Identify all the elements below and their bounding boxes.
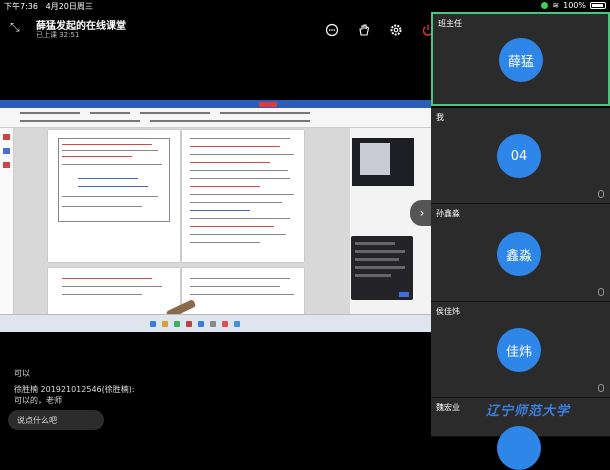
screen-taskbar [0,314,431,332]
document-toolbar [0,108,431,128]
top-toolbar [322,20,438,40]
participant-tile[interactable]: 班主任 薛猛 [431,12,610,106]
hand-icon[interactable] [354,20,374,40]
status-bar: 下午7:36 4月20日周三 ≋ 100% [0,0,610,12]
status-time: 下午7:36 [4,2,38,11]
avatar: 鑫淼 [497,232,541,276]
avatar [497,426,541,470]
avatar: 04 [497,134,541,178]
participant-label: 魏宏业 [436,403,460,412]
participant-label: 班主任 [438,19,462,28]
screen-titlebar [0,100,431,108]
mic-icon [598,190,604,198]
document-page [48,268,180,314]
participant-label: 我 [436,113,444,122]
participant-tile[interactable]: 我 04 [431,108,610,204]
screen-chat-overlay [351,236,413,300]
elapsed-time: 已上课 32:51 [36,31,80,39]
chat-author: 徐胜楠 201921012546(徐胜楠): [14,385,135,394]
document-canvas [14,128,350,314]
mic-icon [598,384,604,392]
status-date: 4月20日周三 [45,2,93,11]
university-watermark: 辽宁师范大学 [486,404,571,419]
participant-label: 侯佳炜 [436,307,460,316]
settings-icon[interactable] [386,20,406,40]
presenter-video [352,138,414,186]
participant-label: 孙鑫淼 [436,209,460,218]
chat-message: 可以 [14,369,30,378]
chat-text: 可以的，老师 [14,396,62,405]
chat-message: 徐胜楠 201921012546(徐胜楠): 可以的，老师 [14,384,135,406]
shared-screen[interactable] [0,100,431,332]
mic-icon [598,288,604,296]
recording-badge [259,102,277,107]
wifi-icon: ≋ [552,1,560,10]
avatar: 薛猛 [499,38,543,82]
document-page [182,130,304,262]
document-page [182,268,304,314]
chat-input[interactable]: 说点什么吧 [8,410,104,430]
camera-indicator-icon [541,2,549,9]
battery-level: 100% [563,1,586,10]
avatar: 佳炜 [497,328,541,372]
participant-tile[interactable]: 侯佳炜 佳炜 [431,302,610,398]
battery-icon [590,2,606,9]
document-sidebar [0,128,14,314]
document-page [48,130,180,262]
participant-tile[interactable]: 孙鑫淼 鑫淼 [431,204,610,302]
collapse-icon[interactable]: ⤡ [10,20,26,36]
chat-icon[interactable] [322,20,342,40]
